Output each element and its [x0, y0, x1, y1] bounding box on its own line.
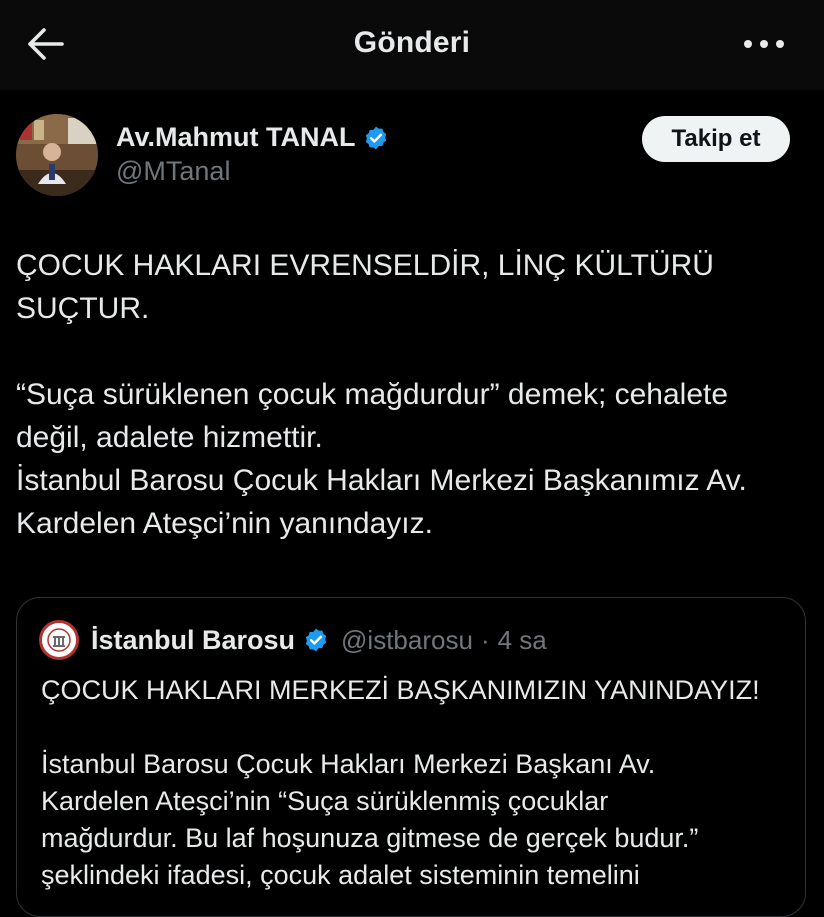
author-handle[interactable]: @MTanal [116, 156, 230, 187]
verified-badge-icon [363, 125, 389, 151]
author-name[interactable]: Av.Mahmut TANAL [116, 122, 355, 153]
quoted-post-paragraph: İstanbul Barosu Çocuk Hakları Merkezi Ba… [41, 749, 699, 890]
more-options-button[interactable] [740, 30, 788, 60]
author-name-row: Av.Mahmut TANAL [116, 122, 389, 153]
quoted-author-handle: @istbarosu [341, 624, 473, 655]
quoted-post-card[interactable]: İstanbul Barosu @istbarosu · 4 sa ÇOCUK … [16, 597, 806, 917]
quoted-post-header: İstanbul Barosu @istbarosu · 4 sa [39, 620, 547, 660]
verified-badge-icon [303, 627, 329, 653]
quoted-author-avatar [39, 620, 79, 660]
more-horizontal-icon [743, 36, 785, 54]
post-paragraph: ÇOCUK HAKLARI EVRENSELDİR, LİNÇ KÜLTÜRÜ … [16, 249, 714, 325]
meta-separator: · [480, 624, 490, 655]
quoted-post-text: ÇOCUK HAKLARI MERKEZİ BAŞKANIMIZIN YANIN… [41, 672, 791, 894]
quoted-post-time: 4 sa [497, 624, 547, 655]
quoted-author-name: İstanbul Barosu [91, 624, 296, 655]
quoted-post-paragraph: ÇOCUK HAKLARI MERKEZİ BAŞKANIMIZIN YANIN… [41, 675, 760, 705]
post-text: ÇOCUK HAKLARI EVRENSELDİR, LİNÇ KÜLTÜRÜ … [16, 244, 806, 545]
author-avatar[interactable] [16, 114, 98, 196]
follow-button[interactable]: Takip et [642, 116, 790, 162]
page-title: Gönderi [353, 26, 471, 59]
top-bar: Gönderi [0, 0, 824, 90]
post-paragraph: “Suça sürüklenen çocuk mağdurdur” demek;… [16, 378, 747, 540]
